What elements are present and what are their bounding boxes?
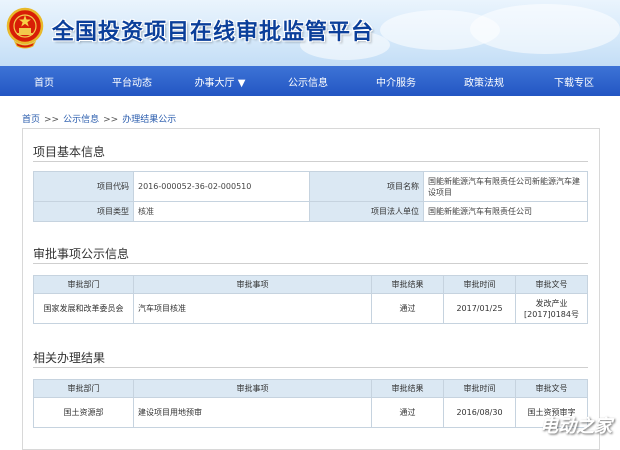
- nav-intermediary[interactable]: 中介服务: [352, 74, 440, 89]
- column-header: 审批文号: [515, 379, 588, 398]
- breadcrumb-public-info[interactable]: 公示信息: [63, 115, 99, 125]
- table-header-row: 审批部门 审批事项 审批结果 审批时间 审批文号: [33, 379, 588, 398]
- approval-table: 审批部门 审批事项 审批结果 审批时间 审批文号 国家发展和改革委员会 汽车项目…: [33, 275, 588, 324]
- watermark-logo: 电动之家: [540, 416, 612, 437]
- main-nav: 首页 平台动态 办事大厅 ▼ 公示信息 中介服务 政策法规 下载专区: [0, 66, 620, 96]
- breadcrumb: 首页 >> 公示信息 >> 办理结果公示: [22, 112, 176, 125]
- project-name-label: 项目名称: [309, 171, 424, 202]
- nav-downloads[interactable]: 下载专区: [528, 74, 620, 89]
- cell-item: 汽车项目核准: [133, 293, 372, 324]
- legal-entity-label: 项目法人单位: [309, 201, 424, 222]
- section-title-approval: 审批事项公示信息: [33, 247, 130, 261]
- project-code-value: 2016-000052-36-02-000510: [133, 171, 310, 202]
- section-title-basic-info: 项目基本信息: [33, 145, 106, 159]
- cell-date: 2017/01/25: [443, 293, 516, 324]
- site-title[interactable]: 全国投资项目在线审批监管平台: [52, 14, 374, 46]
- nav-home[interactable]: 首页: [0, 74, 88, 89]
- cell-result: 通过: [371, 293, 444, 324]
- column-header: 审批结果: [371, 379, 444, 398]
- national-emblem-icon[interactable]: [6, 6, 44, 50]
- nav-platform-news[interactable]: 平台动态: [88, 74, 176, 89]
- column-header: 审批部门: [33, 379, 134, 398]
- column-header: 审批时间: [443, 275, 516, 294]
- content-panel: 项目基本信息 项目代码 2016-000052-36-02-000510 项目名…: [22, 128, 600, 450]
- nav-public-info[interactable]: 公示信息: [264, 74, 352, 89]
- nav-policy[interactable]: 政策法规: [440, 74, 528, 89]
- section-title-related: 相关办理结果: [33, 351, 106, 365]
- nav-service-hall[interactable]: 办事大厅 ▼: [176, 74, 264, 89]
- project-type-label: 项目类型: [33, 201, 134, 222]
- legal-entity-value: 国能新能源汽车有限责任公司: [423, 201, 588, 222]
- breadcrumb-separator: >>: [44, 115, 60, 125]
- table-header-row: 审批部门 审批事项 审批结果 审批时间 审批文号: [33, 275, 588, 294]
- project-type-value: 核准: [133, 201, 310, 222]
- column-header: 审批时间: [443, 379, 516, 398]
- column-header: 审批结果: [371, 275, 444, 294]
- basic-info-table: 项目代码 2016-000052-36-02-000510 项目名称 国能新能源…: [33, 171, 588, 222]
- table-row: 国土资源部 建设项目用地预审 通过 2016/08/30 国土资预审字: [33, 397, 588, 428]
- column-header: 审批事项: [133, 379, 372, 398]
- section-divider: [33, 367, 588, 368]
- cell-dept: 国家发展和改革委员会: [33, 293, 134, 324]
- table-row: 项目类型 核准 项目法人单位 国能新能源汽车有限责任公司: [33, 201, 588, 222]
- project-code-label: 项目代码: [33, 171, 134, 202]
- cell-dept: 国土资源部: [33, 397, 134, 428]
- project-name-value: 国能新能源汽车有限责任公司新能源汽车建设项目: [423, 171, 588, 202]
- cell-result: 通过: [371, 397, 444, 428]
- column-header: 审批部门: [33, 275, 134, 294]
- breadcrumb-separator: >>: [103, 115, 119, 125]
- breadcrumb-home[interactable]: 首页: [22, 115, 40, 125]
- cell-doc: 发改产业[2017]0184号: [515, 293, 588, 324]
- site-header: 全国投资项目在线审批监管平台: [0, 0, 620, 66]
- header-cloud: [470, 4, 620, 54]
- related-results-table: 审批部门 审批事项 审批结果 审批时间 审批文号 国土资源部 建设项目用地预审 …: [33, 379, 588, 428]
- section-divider: [33, 161, 588, 162]
- breadcrumb-current[interactable]: 办理结果公示: [122, 115, 176, 125]
- cell-date: 2016/08/30: [443, 397, 516, 428]
- section-divider: [33, 263, 588, 264]
- table-row: 项目代码 2016-000052-36-02-000510 项目名称 国能新能源…: [33, 171, 588, 202]
- cell-item: 建设项目用地预审: [133, 397, 372, 428]
- table-row: 国家发展和改革委员会 汽车项目核准 通过 2017/01/25 发改产业[201…: [33, 293, 588, 324]
- column-header: 审批事项: [133, 275, 372, 294]
- column-header: 审批文号: [515, 275, 588, 294]
